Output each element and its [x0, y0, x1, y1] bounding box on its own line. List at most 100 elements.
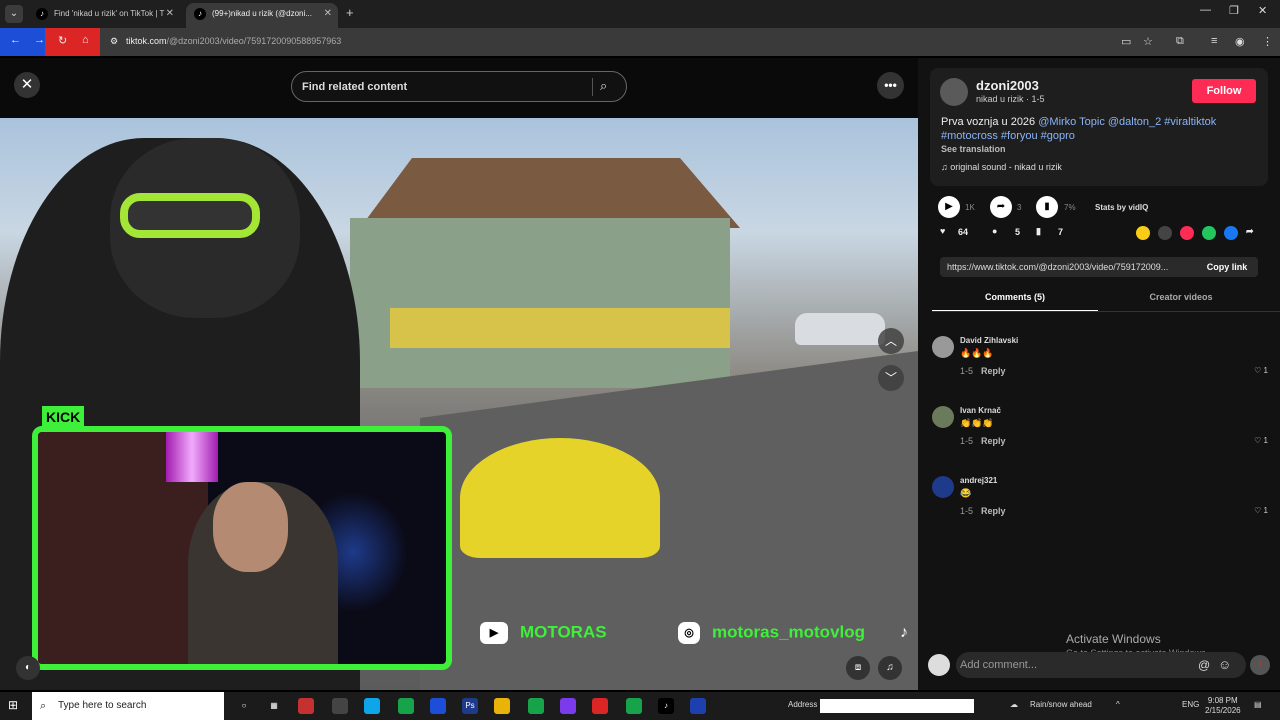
windows-start-icon[interactable]: ⊞ [8, 698, 18, 712]
back-icon[interactable]: ← [10, 34, 21, 46]
previous-video-button[interactable]: ︿ [878, 328, 904, 354]
app-icon-1[interactable] [298, 698, 314, 714]
chrome-profile-2-icon[interactable] [626, 698, 642, 714]
close-icon[interactable]: ✕ [166, 3, 174, 25]
commenter-avatar[interactable] [932, 406, 954, 428]
post-comment-button[interactable]: ↑ [1250, 655, 1270, 675]
mention-icon[interactable]: @ [1198, 658, 1210, 672]
reply-button[interactable]: Reply [981, 366, 1006, 376]
steam-icon[interactable] [690, 698, 706, 714]
browser-menu-icon[interactable]: ⋮ [1262, 35, 1273, 48]
tab-comments[interactable]: Comments (5) [932, 292, 1098, 312]
floating-player-icon[interactable]: ⧈ [846, 656, 870, 680]
coin-icon[interactable] [1136, 226, 1150, 240]
language-indicator[interactable]: ENG [1182, 700, 1199, 709]
forward-icon[interactable]: → [34, 34, 45, 46]
discord-icon[interactable] [560, 698, 576, 714]
reading-list-icon[interactable]: ≡ [1211, 35, 1217, 47]
copy-link-button[interactable]: Copy link [1196, 257, 1258, 277]
file-explorer-icon[interactable] [494, 698, 510, 714]
window-close-button[interactable]: ✕ [1258, 4, 1267, 17]
bookmark-star-icon[interactable]: ☆ [1143, 35, 1153, 48]
edge-icon[interactable] [364, 698, 380, 714]
sound-title: original sound - nikad u rizik [950, 162, 1062, 172]
minimize-button[interactable]: — [1200, 4, 1211, 16]
reply-button[interactable]: Reply [981, 506, 1006, 516]
extensions-icon[interactable]: ⧉ [1176, 35, 1184, 48]
home-icon[interactable]: ⌂ [82, 34, 89, 46]
browser-tab-2[interactable]: ♪ (99+)nikad u rizik (@dzoni... ✕ [186, 3, 338, 28]
taskbar-search[interactable]: ⌕ Type here to search [32, 692, 224, 720]
sound-link[interactable]: ♫ original sound - nikad u rizik [941, 162, 1062, 172]
address-bar[interactable]: tiktok.com/@dzoni2003/video/759172009058… [126, 36, 341, 46]
chrome-profile-icon[interactable] [528, 698, 544, 714]
obs-icon[interactable] [332, 698, 348, 714]
whatsapp-icon[interactable] [1202, 226, 1216, 240]
browser-tab-1[interactable]: ♪ Find 'nikad u rizik' on TikTok | T ✕ [28, 3, 180, 28]
reload-icon[interactable]: ↻ [58, 34, 67, 47]
more-share-icon[interactable]: ➦ [1246, 226, 1254, 237]
next-video-button[interactable]: ﹀ [878, 365, 904, 391]
tiktok-app-icon[interactable]: ♪ [658, 698, 674, 714]
system-clock[interactable]: 9:08 PM 2/15/2026 [1205, 696, 1241, 716]
app-icon-3[interactable] [592, 698, 608, 714]
site-info-icon[interactable]: ⚙ [110, 36, 118, 47]
cast-icon[interactable]: ▭ [1121, 35, 1131, 48]
like-count: 64 [958, 227, 969, 237]
play-icon[interactable]: ▶ [938, 196, 960, 218]
tab-creator-videos[interactable]: Creator videos [1098, 292, 1264, 302]
maximize-button[interactable]: ❐ [1229, 4, 1239, 17]
like-icon[interactable]: ♥ [940, 226, 945, 236]
commenter-name[interactable]: David Zihlavski [960, 336, 1018, 345]
search-icon[interactable]: ⌕ [600, 78, 607, 94]
weather-text[interactable]: Rain/snow ahead [1030, 700, 1092, 709]
weather-icon[interactable]: ☁ [1010, 700, 1018, 709]
comment-icon[interactable]: ● [992, 226, 997, 236]
embed-icon[interactable] [1158, 226, 1172, 240]
profile-avatar[interactable]: ◉ [1235, 35, 1245, 48]
comment-like[interactable]: ♡ 1 [1254, 436, 1268, 445]
comment-like[interactable]: ♡ 1 [1254, 366, 1268, 375]
close-video-button[interactable]: ✕ [14, 72, 40, 98]
commenter-avatar[interactable] [932, 476, 954, 498]
share-count: 3 [1017, 203, 1022, 212]
close-icon[interactable]: ✕ [324, 3, 332, 25]
widgets-icon[interactable]: ▦ [266, 698, 282, 714]
task-view-icon[interactable]: ○ [236, 698, 252, 714]
video-link-url[interactable]: https://www.tiktok.com/@dzoni2003/video/… [947, 262, 1168, 272]
facebook-icon[interactable] [1224, 226, 1238, 240]
tab-search-icon[interactable]: ⌄ [5, 5, 23, 23]
creator-username[interactable]: dzoni2003 [976, 78, 1039, 93]
share-arrow-icon[interactable]: ➦ [990, 196, 1012, 218]
more-options-button[interactable]: ••• [877, 72, 904, 99]
comment-like[interactable]: ♡ 1 [1254, 506, 1268, 515]
reply-button[interactable]: Reply [981, 436, 1006, 446]
commenter-name[interactable]: andrej321 [960, 476, 997, 485]
creator-avatar[interactable] [940, 78, 968, 106]
see-translation-link[interactable]: See translation [941, 144, 1006, 154]
notifications-icon[interactable]: ▤ [1254, 700, 1262, 709]
app-icon-2[interactable] [430, 698, 446, 714]
details-panel: dzoni2003 nikad u rizik · 1-5 Follow Prv… [918, 58, 1280, 690]
tray-overflow-icon[interactable]: ^ [1116, 700, 1120, 709]
divider [592, 78, 593, 96]
bookmark-icon[interactable]: ▮ [1036, 226, 1041, 237]
browser-tab-bar: ⌄ ♪ Find 'nikad u rizik' on TikTok | T ✕… [0, 0, 1280, 28]
play-count: 1K [965, 203, 975, 212]
emoji-icon[interactable]: ☺ [1218, 657, 1231, 672]
commenter-avatar[interactable] [932, 336, 954, 358]
goggles [120, 193, 260, 238]
new-tab-button[interactable]: + [346, 5, 354, 20]
chart-icon[interactable]: ▮ [1036, 196, 1058, 218]
action-row: ♥ 64 ● 5 ▮ 7 ➦ [940, 226, 1270, 246]
photoshop-icon[interactable]: Ps [462, 698, 478, 714]
address-toolbar-input[interactable] [820, 699, 974, 713]
volume-icon[interactable]: ♫ [878, 656, 902, 680]
search-icon: ⌕ [40, 700, 47, 712]
follow-button[interactable]: Follow [1192, 79, 1256, 103]
related-search-bar[interactable]: Find related content ⌕ [291, 71, 627, 102]
chrome-icon[interactable] [398, 698, 414, 714]
send-icon[interactable] [1180, 226, 1194, 240]
commenter-name[interactable]: Ivan Krnač [960, 406, 1001, 415]
stats-row: ▶ 1K ➦ 3 ▮ 7% Stats by vidIQ [938, 196, 1268, 220]
